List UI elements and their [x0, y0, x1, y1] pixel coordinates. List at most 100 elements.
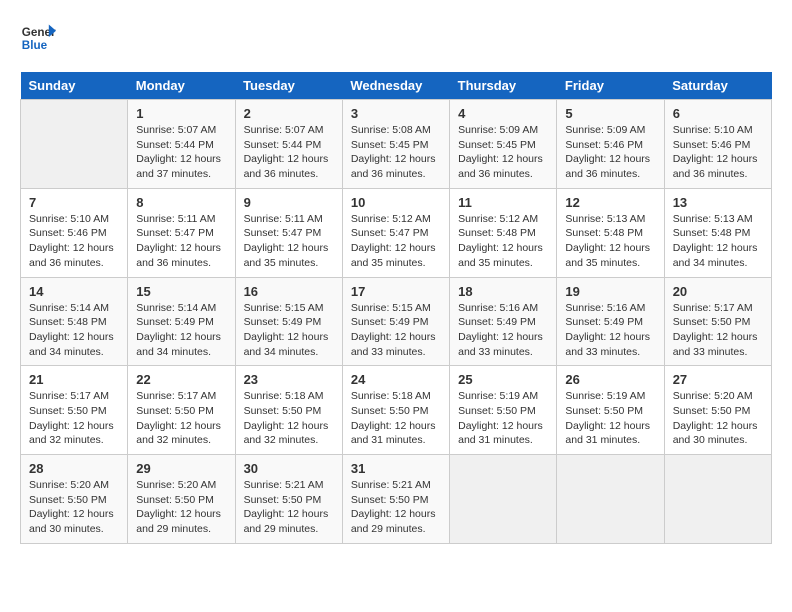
- day-number: 28: [29, 461, 119, 476]
- calendar-cell: 24 Sunrise: 5:18 AM Sunset: 5:50 PM Dayli…: [342, 366, 449, 455]
- day-info: Sunrise: 5:07 AM Sunset: 5:44 PM Dayligh…: [244, 123, 334, 182]
- calendar-cell: 21 Sunrise: 5:17 AM Sunset: 5:50 PM Dayli…: [21, 366, 128, 455]
- calendar-day-header: Thursday: [450, 72, 557, 100]
- day-info: Sunrise: 5:10 AM Sunset: 5:46 PM Dayligh…: [673, 123, 763, 182]
- day-info: Sunrise: 5:20 AM Sunset: 5:50 PM Dayligh…: [136, 478, 226, 537]
- calendar-cell: 9 Sunrise: 5:11 AM Sunset: 5:47 PM Daylig…: [235, 188, 342, 277]
- calendar-cell: 22 Sunrise: 5:17 AM Sunset: 5:50 PM Dayli…: [128, 366, 235, 455]
- day-info: Sunrise: 5:19 AM Sunset: 5:50 PM Dayligh…: [458, 389, 548, 448]
- day-number: 6: [673, 106, 763, 121]
- day-number: 12: [565, 195, 655, 210]
- calendar-cell: [450, 455, 557, 544]
- day-info: Sunrise: 5:11 AM Sunset: 5:47 PM Dayligh…: [244, 212, 334, 271]
- calendar-cell: 31 Sunrise: 5:21 AM Sunset: 5:50 PM Dayli…: [342, 455, 449, 544]
- calendar-header-row: SundayMondayTuesdayWednesdayThursdayFrid…: [21, 72, 772, 100]
- calendar-cell: 27Sunrise: 5:20 AM Sunset: 5:50 PM Dayli…: [664, 366, 771, 455]
- day-number: 10: [351, 195, 441, 210]
- day-number: 18: [458, 284, 548, 299]
- day-info: Sunrise: 5:14 AM Sunset: 5:48 PM Dayligh…: [29, 301, 119, 360]
- calendar-cell: 12 Sunrise: 5:13 AM Sunset: 5:48 PM Dayli…: [557, 188, 664, 277]
- calendar-week-row: 21 Sunrise: 5:17 AM Sunset: 5:50 PM Dayli…: [21, 366, 772, 455]
- day-info: Sunrise: 5:13 AM Sunset: 5:48 PM Dayligh…: [565, 212, 655, 271]
- calendar-cell: 15 Sunrise: 5:14 AM Sunset: 5:49 PM Dayli…: [128, 277, 235, 366]
- calendar-cell: 28Sunrise: 5:20 AM Sunset: 5:50 PM Dayli…: [21, 455, 128, 544]
- day-info: Sunrise: 5:10 AM Sunset: 5:46 PM Dayligh…: [29, 212, 119, 271]
- calendar-week-row: 14 Sunrise: 5:14 AM Sunset: 5:48 PM Dayli…: [21, 277, 772, 366]
- calendar-table: SundayMondayTuesdayWednesdayThursdayFrid…: [20, 72, 772, 544]
- calendar-cell: 8 Sunrise: 5:11 AM Sunset: 5:47 PM Daylig…: [128, 188, 235, 277]
- calendar-cell: 23 Sunrise: 5:18 AM Sunset: 5:50 PM Dayli…: [235, 366, 342, 455]
- calendar-cell: 30 Sunrise: 5:21 AM Sunset: 5:50 PM Dayli…: [235, 455, 342, 544]
- day-number: 13: [673, 195, 763, 210]
- day-number: 24: [351, 372, 441, 387]
- calendar-cell: 11 Sunrise: 5:12 AM Sunset: 5:48 PM Dayli…: [450, 188, 557, 277]
- day-info: Sunrise: 5:20 AM Sunset: 5:50 PM Dayligh…: [673, 389, 763, 448]
- svg-text:Blue: Blue: [22, 39, 48, 52]
- day-number: 7: [29, 195, 119, 210]
- day-info: Sunrise: 5:07 AM Sunset: 5:44 PM Dayligh…: [136, 123, 226, 182]
- day-number: 14: [29, 284, 119, 299]
- calendar-cell: 18 Sunrise: 5:16 AM Sunset: 5:49 PM Dayli…: [450, 277, 557, 366]
- day-info: Sunrise: 5:09 AM Sunset: 5:45 PM Dayligh…: [458, 123, 548, 182]
- day-info: Sunrise: 5:16 AM Sunset: 5:49 PM Dayligh…: [565, 301, 655, 360]
- day-number: 5: [565, 106, 655, 121]
- calendar-day-header: Friday: [557, 72, 664, 100]
- calendar-cell: 19 Sunrise: 5:16 AM Sunset: 5:49 PM Dayli…: [557, 277, 664, 366]
- day-number: 30: [244, 461, 334, 476]
- day-number: 21: [29, 372, 119, 387]
- day-number: 3: [351, 106, 441, 121]
- calendar-cell: 6 Sunrise: 5:10 AM Sunset: 5:46 PM Daylig…: [664, 100, 771, 189]
- day-info: Sunrise: 5:17 AM Sunset: 5:50 PM Dayligh…: [673, 301, 763, 360]
- calendar-cell: 7 Sunrise: 5:10 AM Sunset: 5:46 PM Daylig…: [21, 188, 128, 277]
- calendar-day-header: Sunday: [21, 72, 128, 100]
- calendar-cell: 13 Sunrise: 5:13 AM Sunset: 5:48 PM Dayli…: [664, 188, 771, 277]
- day-number: 22: [136, 372, 226, 387]
- calendar-cell: 2Sunrise: 5:07 AM Sunset: 5:44 PM Daylig…: [235, 100, 342, 189]
- calendar-cell: 25Sunrise: 5:19 AM Sunset: 5:50 PM Dayli…: [450, 366, 557, 455]
- calendar-cell: 29 Sunrise: 5:20 AM Sunset: 5:50 PM Dayli…: [128, 455, 235, 544]
- day-info: Sunrise: 5:14 AM Sunset: 5:49 PM Dayligh…: [136, 301, 226, 360]
- day-number: 9: [244, 195, 334, 210]
- calendar-cell: 5 Sunrise: 5:09 AM Sunset: 5:46 PM Daylig…: [557, 100, 664, 189]
- day-number: 26: [565, 372, 655, 387]
- day-info: Sunrise: 5:15 AM Sunset: 5:49 PM Dayligh…: [351, 301, 441, 360]
- day-info: Sunrise: 5:18 AM Sunset: 5:50 PM Dayligh…: [351, 389, 441, 448]
- day-number: 20: [673, 284, 763, 299]
- day-info: Sunrise: 5:09 AM Sunset: 5:46 PM Dayligh…: [565, 123, 655, 182]
- calendar-cell: 16 Sunrise: 5:15 AM Sunset: 5:49 PM Dayli…: [235, 277, 342, 366]
- day-number: 15: [136, 284, 226, 299]
- calendar-cell: 3 Sunrise: 5:08 AM Sunset: 5:45 PM Daylig…: [342, 100, 449, 189]
- day-info: Sunrise: 5:15 AM Sunset: 5:49 PM Dayligh…: [244, 301, 334, 360]
- calendar-cell: 20 Sunrise: 5:17 AM Sunset: 5:50 PM Dayli…: [664, 277, 771, 366]
- day-info: Sunrise: 5:21 AM Sunset: 5:50 PM Dayligh…: [351, 478, 441, 537]
- day-info: Sunrise: 5:11 AM Sunset: 5:47 PM Dayligh…: [136, 212, 226, 271]
- day-number: 31: [351, 461, 441, 476]
- calendar-cell: 26Sunrise: 5:19 AM Sunset: 5:50 PM Dayli…: [557, 366, 664, 455]
- day-number: 23: [244, 372, 334, 387]
- calendar-cell: 4Sunrise: 5:09 AM Sunset: 5:45 PM Daylig…: [450, 100, 557, 189]
- day-info: Sunrise: 5:17 AM Sunset: 5:50 PM Dayligh…: [136, 389, 226, 448]
- calendar-day-header: Wednesday: [342, 72, 449, 100]
- day-info: Sunrise: 5:12 AM Sunset: 5:48 PM Dayligh…: [458, 212, 548, 271]
- day-info: Sunrise: 5:18 AM Sunset: 5:50 PM Dayligh…: [244, 389, 334, 448]
- calendar-cell: [21, 100, 128, 189]
- day-info: Sunrise: 5:13 AM Sunset: 5:48 PM Dayligh…: [673, 212, 763, 271]
- calendar-cell: 1 Sunrise: 5:07 AM Sunset: 5:44 PM Daylig…: [128, 100, 235, 189]
- day-number: 16: [244, 284, 334, 299]
- day-number: 1: [136, 106, 226, 121]
- day-info: Sunrise: 5:17 AM Sunset: 5:50 PM Dayligh…: [29, 389, 119, 448]
- day-info: Sunrise: 5:08 AM Sunset: 5:45 PM Dayligh…: [351, 123, 441, 182]
- calendar-week-row: 28 Sunrise: 5:20 AM Sunset: 5:50 PM Dayli…: [21, 455, 772, 544]
- day-number: 29: [136, 461, 226, 476]
- calendar-day-header: Monday: [128, 72, 235, 100]
- calendar-cell: [557, 455, 664, 544]
- calendar-cell: [664, 455, 771, 544]
- day-number: 11: [458, 195, 548, 210]
- page-header: General Blue: [20, 20, 772, 56]
- day-number: 19: [565, 284, 655, 299]
- logo: General Blue: [20, 20, 56, 56]
- calendar-cell: 14 Sunrise: 5:14 AM Sunset: 5:48 PM Dayli…: [21, 277, 128, 366]
- day-info: Sunrise: 5:16 AM Sunset: 5:49 PM Dayligh…: [458, 301, 548, 360]
- day-info: Sunrise: 5:21 AM Sunset: 5:50 PM Dayligh…: [244, 478, 334, 537]
- day-number: 8: [136, 195, 226, 210]
